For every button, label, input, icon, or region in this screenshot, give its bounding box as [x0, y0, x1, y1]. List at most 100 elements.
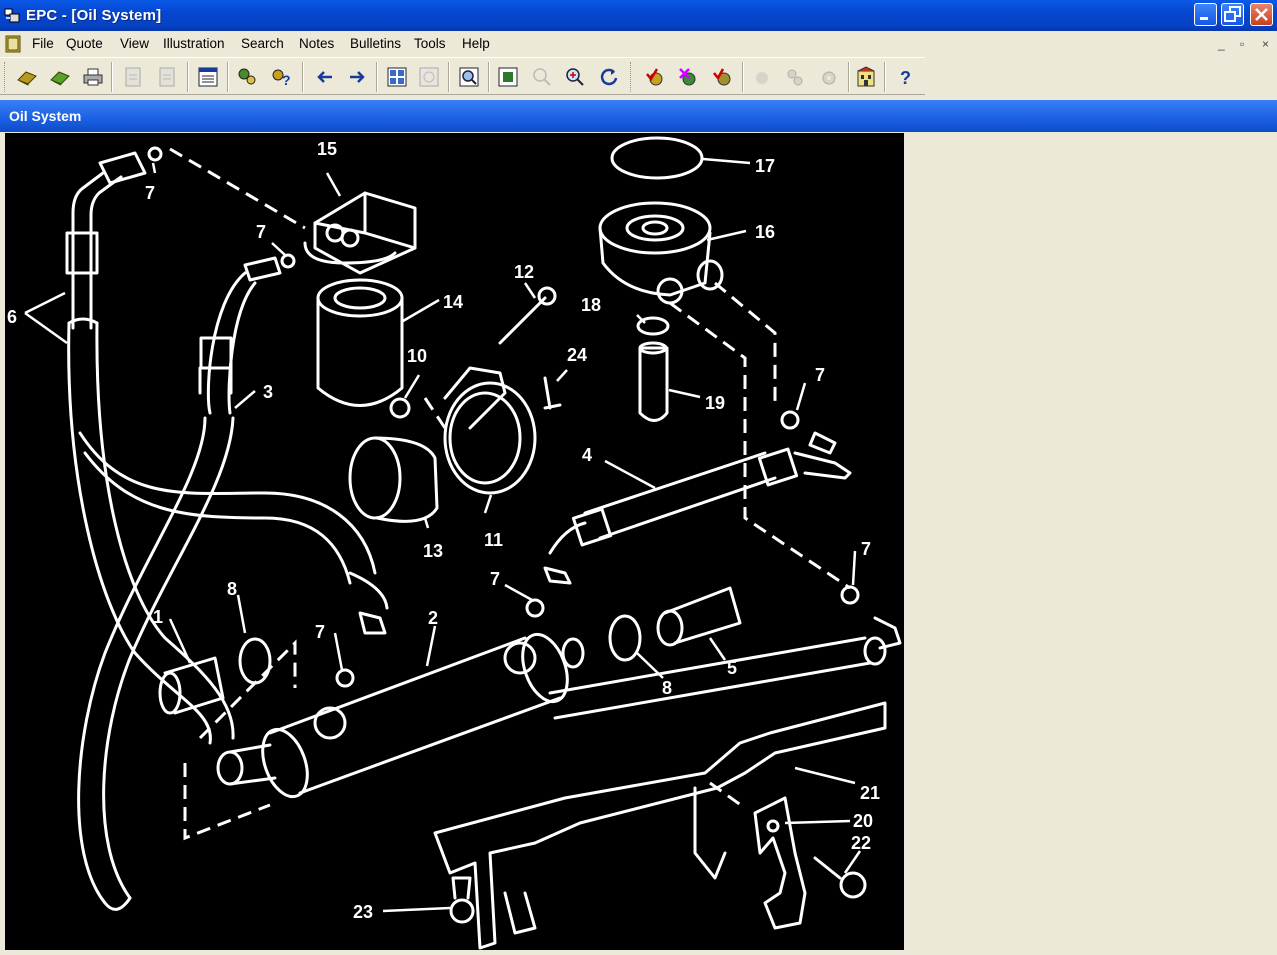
- zoom-fit-button[interactable]: [456, 64, 482, 90]
- gear-disabled-1-button[interactable]: [749, 64, 775, 90]
- toolbar-separator: [488, 62, 490, 92]
- restore-icon: [1224, 6, 1241, 22]
- callout-8[interactable]: 8: [227, 579, 237, 599]
- toolbar-separator: [742, 62, 744, 92]
- callout-7[interactable]: 7: [145, 183, 155, 203]
- callout-1[interactable]: 1: [153, 607, 163, 627]
- illustration-view[interactable]: 6 3 15 7 7 14 10 12 18 24 19 16 17 7 4 1…: [5, 133, 904, 950]
- arrow-left-icon: [317, 71, 332, 83]
- menu-search[interactable]: Search: [241, 36, 284, 51]
- open-book-button[interactable]: [14, 64, 40, 90]
- maximize-button[interactable]: [1221, 3, 1244, 26]
- callout-10[interactable]: 10: [407, 346, 427, 366]
- mdi-restore-button[interactable]: ▫: [1240, 37, 1244, 51]
- menu-notes[interactable]: Notes: [299, 36, 334, 51]
- zoom-out-icon: [533, 68, 551, 86]
- zoom-in-button[interactable]: [562, 64, 588, 90]
- menu-illustration[interactable]: Illustration: [163, 36, 225, 51]
- help-icon: ?: [900, 68, 911, 88]
- printer-icon: [83, 68, 103, 86]
- toolbar-grip[interactable]: [630, 62, 633, 92]
- callout-7[interactable]: 7: [815, 365, 825, 385]
- cross-gear-icon: [679, 68, 696, 86]
- toolbar-separator: [884, 62, 886, 92]
- green-book-button[interactable]: [47, 64, 73, 90]
- callout-4[interactable]: 4: [582, 445, 592, 465]
- callout-19[interactable]: 19: [705, 393, 725, 413]
- callout-7[interactable]: 7: [490, 569, 500, 589]
- toolbar: ? ?: [0, 57, 925, 95]
- oil-system-diagram[interactable]: 6 3 15 7 7 14 10 12 18 24 19 16 17 7 4 1…: [5, 133, 904, 950]
- toolbar-separator: [448, 62, 450, 92]
- mdi-minimize-button[interactable]: _: [1218, 37, 1225, 51]
- callout-17[interactable]: 17: [755, 156, 775, 176]
- find-part-button[interactable]: [234, 64, 260, 90]
- forward-button[interactable]: [344, 64, 370, 90]
- panel-title: Oil System: [9, 108, 82, 124]
- callout-24[interactable]: 24: [567, 345, 587, 365]
- toolbar-grip[interactable]: [4, 62, 7, 92]
- callout-21[interactable]: 21: [860, 783, 880, 803]
- callout-15[interactable]: 15: [317, 139, 337, 159]
- callout-13[interactable]: 13: [423, 541, 443, 561]
- callout-7[interactable]: 7: [256, 222, 266, 242]
- grid-view-icon: [387, 67, 407, 87]
- mdi-close-button[interactable]: ×: [1262, 37, 1269, 51]
- menu-bulletins[interactable]: Bulletins: [350, 36, 401, 51]
- gear-gray-1-icon: [756, 72, 768, 84]
- callout-20[interactable]: 20: [853, 811, 873, 831]
- list-window-button[interactable]: [195, 64, 221, 90]
- callout-8[interactable]: 8: [662, 678, 672, 698]
- callout-5[interactable]: 6: [7, 307, 17, 327]
- menu-quote[interactable]: Quote: [66, 36, 103, 51]
- callout-7[interactable]: 7: [861, 539, 871, 559]
- gear-add-button[interactable]: [709, 64, 735, 90]
- callout-12[interactable]: 12: [514, 262, 534, 282]
- callout-3[interactable]: 3: [263, 382, 273, 402]
- zoom-out-button[interactable]: [529, 64, 555, 90]
- callout-18[interactable]: 18: [581, 295, 601, 315]
- find-help-button[interactable]: ?: [268, 64, 294, 90]
- image-view-button[interactable]: [416, 64, 442, 90]
- gear-add-icon: [713, 68, 731, 86]
- print-button[interactable]: [80, 64, 106, 90]
- menu-view[interactable]: View: [120, 36, 149, 51]
- menu-file[interactable]: File: [32, 36, 54, 51]
- title-bar: EPC - [Oil System]: [0, 0, 1277, 31]
- callout-16[interactable]: 16: [755, 222, 775, 242]
- callout-7[interactable]: 7: [315, 622, 325, 642]
- zoom-in-icon: [566, 68, 584, 86]
- menu-help[interactable]: Help: [462, 36, 490, 51]
- callout-2[interactable]: 2: [428, 608, 438, 628]
- callout-11[interactable]: 11: [484, 530, 503, 550]
- gear-disabled-3-button[interactable]: [816, 64, 842, 90]
- gear-gray-3-icon: [822, 71, 836, 85]
- svg-text:?: ?: [900, 68, 911, 88]
- toolbar-separator: [848, 62, 850, 92]
- page-next-button[interactable]: [154, 64, 180, 90]
- help-button[interactable]: ?: [892, 64, 918, 90]
- callout-23[interactable]: 23: [353, 902, 373, 922]
- back-button[interactable]: [312, 64, 338, 90]
- callout-22[interactable]: 22: [851, 833, 871, 853]
- callout-14[interactable]: 14: [443, 292, 463, 312]
- window-title: EPC - [Oil System]: [26, 7, 162, 24]
- minimize-button[interactable]: [1194, 3, 1217, 26]
- callout-6[interactable]: 5: [727, 658, 737, 678]
- document-icon[interactable]: [4, 35, 22, 53]
- building-icon: [857, 66, 875, 87]
- check-gear-button[interactable]: [642, 64, 668, 90]
- zoom-window-icon: [498, 67, 518, 87]
- gear-gray-2-icon: [787, 69, 803, 86]
- svg-text:?: ?: [282, 72, 291, 88]
- grid-view-button[interactable]: [384, 64, 410, 90]
- refresh-button[interactable]: [596, 64, 622, 90]
- close-button[interactable]: [1250, 3, 1273, 26]
- find-help-icon: ?: [272, 69, 291, 88]
- menu-tools[interactable]: Tools: [414, 36, 446, 51]
- dealer-button[interactable]: [853, 64, 879, 90]
- zoom-window-button[interactable]: [495, 64, 521, 90]
- cross-gear-button[interactable]: [675, 64, 701, 90]
- gear-disabled-2-button[interactable]: [782, 64, 808, 90]
- page-prev-button[interactable]: [120, 64, 146, 90]
